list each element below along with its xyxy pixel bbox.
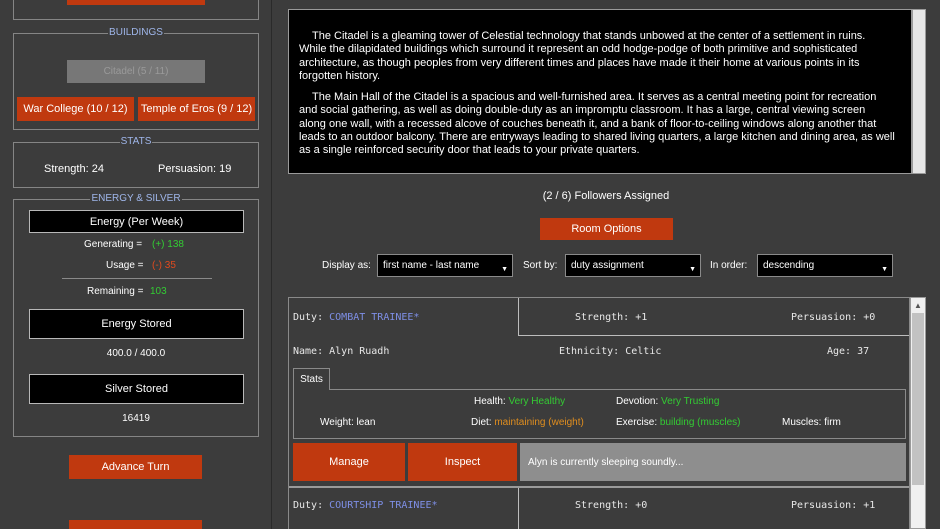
manage-button[interactable]: Manage [293,443,405,481]
persuasion-bonus: Persuasion: +1 [791,500,876,511]
devotion-label: Devotion: [616,396,659,407]
energy-divider [62,278,212,279]
age-row: Age: 37 [827,346,869,357]
exercise-row: Exercise: building (muscles) [616,417,741,428]
display-as-value: first name - last name [383,260,480,271]
caret-down-icon: ▼ [501,266,508,273]
silver-stored-value: 16419 [122,413,150,424]
ethnicity-value: Celtic [625,346,662,357]
stat-bonus-box: Strength: +0 Persuasion: +1 [518,488,909,529]
temple-of-eros-button[interactable]: Temple of Eros (9 / 12) [138,97,255,121]
followers-scrollbar[interactable]: ▲ [910,297,926,529]
description-paragraph-1: The Citadel is a gleaming tower of Celes… [299,30,866,82]
sort-by-select[interactable]: duty assignment ▼ [565,254,701,277]
tab-stats[interactable]: Stats [293,368,330,390]
devotion-value: Very Trusting [661,396,720,407]
follower-card: Duty: COURTSHIP TRAINEE* Strength: +0 Pe… [289,486,909,529]
duty-label: Duty: [293,500,324,511]
weight-stat: Weight: lean [320,417,376,428]
energy-per-week-box: Energy (Per Week) [29,210,244,233]
remaining-label: Remaining = [87,286,144,297]
in-order-label: In order: [710,260,748,271]
buildings-panel: BUILDINGS Citadel (5 / 11) War College (… [13,27,259,130]
in-order-select[interactable]: descending ▼ [757,254,893,277]
energy-title: ENERGY & SILVER [90,193,182,204]
diet-value: maintaining (weight) [494,417,584,428]
age-value: 37 [857,346,870,357]
room-options-button[interactable]: Room Options [540,218,673,240]
muscles-stat: Muscles: firm [782,417,841,428]
silver-stored-box: Silver Stored [29,374,244,404]
followers-list: Duty: COMBAT TRAINEE* Strength: +1 Persu… [288,297,910,529]
persuasion-stat: Persuasion: 19 [158,163,232,175]
stats-panel: STATS Strength: 24 Persuasion: 19 [13,136,259,188]
health-row: Health: Very Healthy [474,396,565,407]
advance-turn-button[interactable]: Advance Turn [69,455,202,479]
strength-bonus: Strength: +1 [575,312,648,323]
exercise-value: building (muscles) [659,417,741,428]
duty-row: Duty: COURTSHIP TRAINEE* [293,500,438,511]
stat-bonus-box: Strength: +1 Persuasion: +0 [518,298,909,336]
energy-silver-panel: ENERGY & SILVER Energy (Per Week) Genera… [13,193,259,437]
generating-value: (+) 138 [152,239,184,250]
persuasion-bonus: Persuasion: +0 [791,312,876,323]
ethnicity-row: Ethnicity: Celtic [559,346,661,357]
inspect-button[interactable]: Inspect [408,443,517,481]
energy-stored-value: 400.0 / 400.0 [106,348,166,359]
caret-down-icon: ▼ [689,266,696,273]
display-as-label: Display as: [322,260,371,271]
sort-by-label: Sort by: [523,260,558,271]
follower-status: Alyn is currently sleeping soundly... [520,443,906,481]
bottom-cutoff-button[interactable] [69,520,202,529]
citadel-button[interactable]: Citadel (5 / 11) [67,60,205,83]
buildings-title: BUILDINGS [108,27,164,38]
description-text: The Citadel is a gleaming tower of Celes… [299,30,895,158]
devotion-row: Devotion: Very Trusting [616,396,719,407]
remaining-value: 103 [150,286,167,297]
diet-label: Diet: [471,417,492,428]
duty-row: Duty: COMBAT TRAINEE* [293,312,419,323]
stats-title: STATS [119,136,153,147]
age-label: Age: [827,346,852,357]
description-scrollbar[interactable] [912,9,926,174]
caret-down-icon: ▼ [881,266,888,273]
in-order-value: descending [763,260,815,271]
exercise-label: Exercise: [616,417,658,428]
stats-tab-content: Health: Very Healthy Devotion: Very Trus… [293,389,906,439]
sort-by-value: duty assignment [571,260,644,271]
duty-value: COMBAT TRAINEE* [329,312,420,323]
name-label: Name: [293,346,324,357]
arrow-up-icon[interactable]: ▲ [911,298,925,312]
duty-label: Duty: [293,312,324,323]
description-box: The Citadel is a gleaming tower of Celes… [288,9,912,174]
usage-value: (-) 35 [152,260,176,271]
name-row: Name: Alyn Ruadh [293,346,389,357]
strength-bonus: Strength: +0 [575,500,648,511]
display-as-select[interactable]: first name - last name ▼ [377,254,513,277]
left-panel: BUILDINGS Citadel (5 / 11) War College (… [0,0,272,529]
description-paragraph-2: The Main Hall of the Citadel is a spacio… [299,91,895,157]
follower-card: Duty: COMBAT TRAINEE* Strength: +1 Persu… [289,298,909,486]
usage-label: Usage = [106,260,144,271]
duty-value: COURTSHIP TRAINEE* [329,500,438,511]
scrollbar-thumb[interactable] [912,313,924,485]
top-frame-edge [13,0,259,20]
diet-row: Diet: maintaining (weight) [471,417,584,428]
health-value: Very Healthy [508,396,566,407]
war-college-button[interactable]: War College (10 / 12) [17,97,134,121]
health-label: Health: [474,396,506,407]
followers-assigned-label: (2 / 6) Followers Assigned [542,190,670,202]
ethnicity-label: Ethnicity: [559,346,620,357]
strength-stat: Strength: 24 [44,163,104,175]
name-value: Alyn Ruadh [329,346,390,357]
generating-label: Generating = [84,239,143,250]
energy-stored-box: Energy Stored [29,309,244,339]
